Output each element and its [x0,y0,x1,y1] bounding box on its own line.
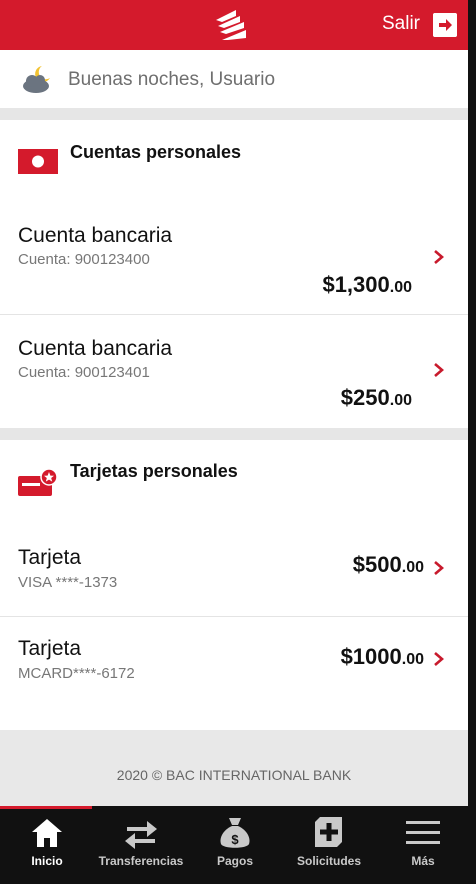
account-number: Cuenta: 900123401 [18,364,150,381]
nav-label: Inicio [31,854,63,868]
greeting-bar: Buenas noches, Usuario [0,50,468,108]
nav-label: Pagos [216,854,253,868]
card-balance: $500.00 [353,552,424,578]
card-number: VISA ****-1373 [18,574,118,591]
account-balance: $1,300.00 [322,272,412,298]
night-cloud-icon [23,66,50,93]
nav-label: Solicitudes [296,854,361,868]
balance-cents: .00 [389,279,412,296]
account-row[interactable]: Cuenta bancaria Cuenta: 900123400 $1,300… [0,214,468,314]
cards-section: Tarjetas personales Tarjeta VISA ****-13… [0,440,468,730]
balance-cents: .00 [401,559,424,576]
nav-label: Más [411,854,435,868]
section-gap [0,428,468,440]
balance-amount: $1,300 [322,272,390,297]
account-number: Cuenta: 900123400 [18,251,150,268]
balance-cents: .00 [401,651,424,668]
nav-tab-solicitudes[interactable]: Solicitudes [282,806,376,884]
flag-icon [18,149,58,174]
nav-label: Transferencias [98,854,184,868]
nav-tab-pagos[interactable]: $ Pagos [188,806,282,884]
nav-tab-mas[interactable]: Más [376,806,470,884]
logout-icon[interactable] [433,13,457,37]
accounts-section: Cuentas personales Cuenta bancaria Cuent… [0,120,468,428]
card-title: Tarjeta [18,546,82,569]
scrollbar-rail [468,0,476,884]
app-frame: Salir Buenas noches, Usuario Cuentas per… [0,0,476,884]
chevron-right-icon[interactable] [432,250,446,264]
chevron-right-icon[interactable] [432,652,446,666]
account-balance: $250.00 [341,385,412,411]
card-row[interactable]: Tarjeta VISA ****-1373 $500.00 [0,530,468,616]
home-icon [32,819,62,847]
logout-label[interactable]: Salir [382,12,420,36]
card-number: MCARD****-6172 [18,665,135,682]
transfer-arrows-icon [125,821,157,849]
balance-amount: $1000 [340,644,402,669]
section-gap [0,108,468,120]
bank-logo [216,10,246,40]
account-title: Cuenta bancaria [18,337,173,360]
cards-section-title: Tarjetas personales [70,461,238,481]
greeting-text: Buenas noches, Usuario [68,69,276,90]
top-header: Salir [0,0,468,50]
balance-amount: $250 [340,385,390,410]
chevron-right-icon[interactable] [432,561,446,575]
accounts-section-title: Cuentas personales [70,142,242,162]
add-request-icon [315,817,342,847]
card-balance: $1000.00 [341,644,424,670]
money-bag-icon: $ [220,818,250,848]
account-row[interactable]: Cuenta bancaria Cuenta: 900123401 $250.0… [0,315,468,425]
credit-card-star-icon [18,468,58,496]
chevron-right-icon[interactable] [432,363,446,377]
menu-icon [406,821,440,844]
copyright-text: 2020 © BAC INTERNATIONAL BANK [116,767,352,783]
nav-tab-inicio[interactable]: Inicio [0,806,94,884]
balance-cents: .00 [389,392,412,409]
card-row[interactable]: Tarjeta MCARD****-6172 $1000.00 [0,617,468,707]
card-title: Tarjeta [18,637,82,660]
balance-amount: $500 [352,552,402,577]
bottom-navigation: Inicio Transferencias $ Pagos Solicitude… [0,806,476,884]
svg-text:$: $ [231,832,239,847]
nav-tab-transferencias[interactable]: Transferencias [94,806,188,884]
account-title: Cuenta bancaria [18,224,173,247]
